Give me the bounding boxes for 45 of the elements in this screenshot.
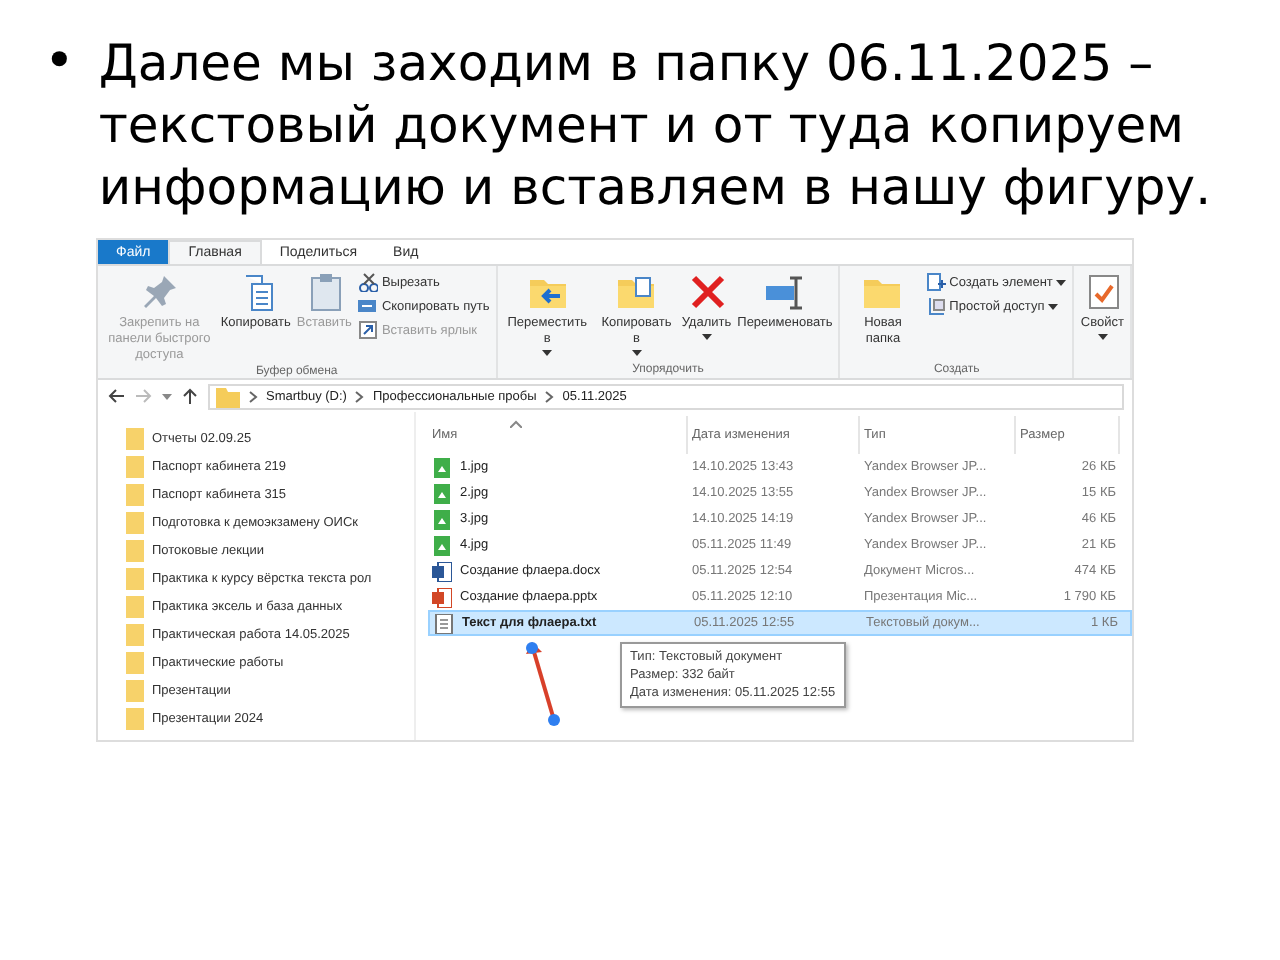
- folder-icon: [126, 596, 144, 618]
- new-item-icon: [925, 272, 946, 292]
- image-file-icon: [432, 457, 452, 477]
- scissors-icon: [357, 272, 378, 292]
- caret-icon: [542, 350, 553, 356]
- caret-icon: [162, 393, 172, 399]
- chevron-icon: [544, 389, 555, 403]
- slide-text: Далее мы заходим в папку 06.11.2025 – текстовый документ и от туда копируем информацию и вставляем в нашу фигуру.: [98, 32, 1214, 218]
- folder-icon: [216, 385, 240, 407]
- path-icon: [357, 296, 378, 316]
- folder-icon: [126, 484, 144, 506]
- up-icon: [180, 386, 200, 406]
- arrow-drawing: [526, 642, 560, 726]
- folder-icon: [126, 680, 144, 702]
- folder-icon: [126, 568, 144, 590]
- back-icon: [106, 386, 126, 406]
- caret-icon: [701, 334, 712, 340]
- bullet-mark: •: [44, 32, 75, 94]
- forward-icon: [134, 386, 154, 406]
- delete-icon: [686, 272, 727, 312]
- pin-icon: [139, 272, 180, 312]
- folder-icon: [126, 456, 144, 478]
- folder-icon: [126, 624, 144, 646]
- chevron-icon: [354, 389, 365, 403]
- folder-document-icon: [616, 272, 657, 312]
- folder-icon: [126, 652, 144, 674]
- image-file-icon: [432, 483, 452, 503]
- caret-icon: [631, 350, 642, 356]
- chevron-icon: [248, 389, 258, 403]
- folder-icon: [126, 428, 144, 450]
- caret-icon: [1097, 334, 1108, 340]
- folder-icon: [126, 708, 144, 730]
- word-file-icon: [432, 561, 452, 581]
- sort-icon: [509, 420, 522, 428]
- image-file-icon: [432, 509, 452, 529]
- folder-icon: [126, 512, 144, 534]
- text-file-icon: [434, 613, 454, 633]
- caret-icon: [1056, 280, 1067, 286]
- powerpoint-file-icon: [432, 587, 452, 607]
- easy-access-icon: [925, 296, 946, 316]
- image-file-icon: [432, 535, 452, 555]
- caret-icon: [1048, 304, 1059, 310]
- folder-icon: [126, 540, 144, 562]
- shortcut-icon: [357, 320, 378, 340]
- rename-icon: [764, 272, 805, 312]
